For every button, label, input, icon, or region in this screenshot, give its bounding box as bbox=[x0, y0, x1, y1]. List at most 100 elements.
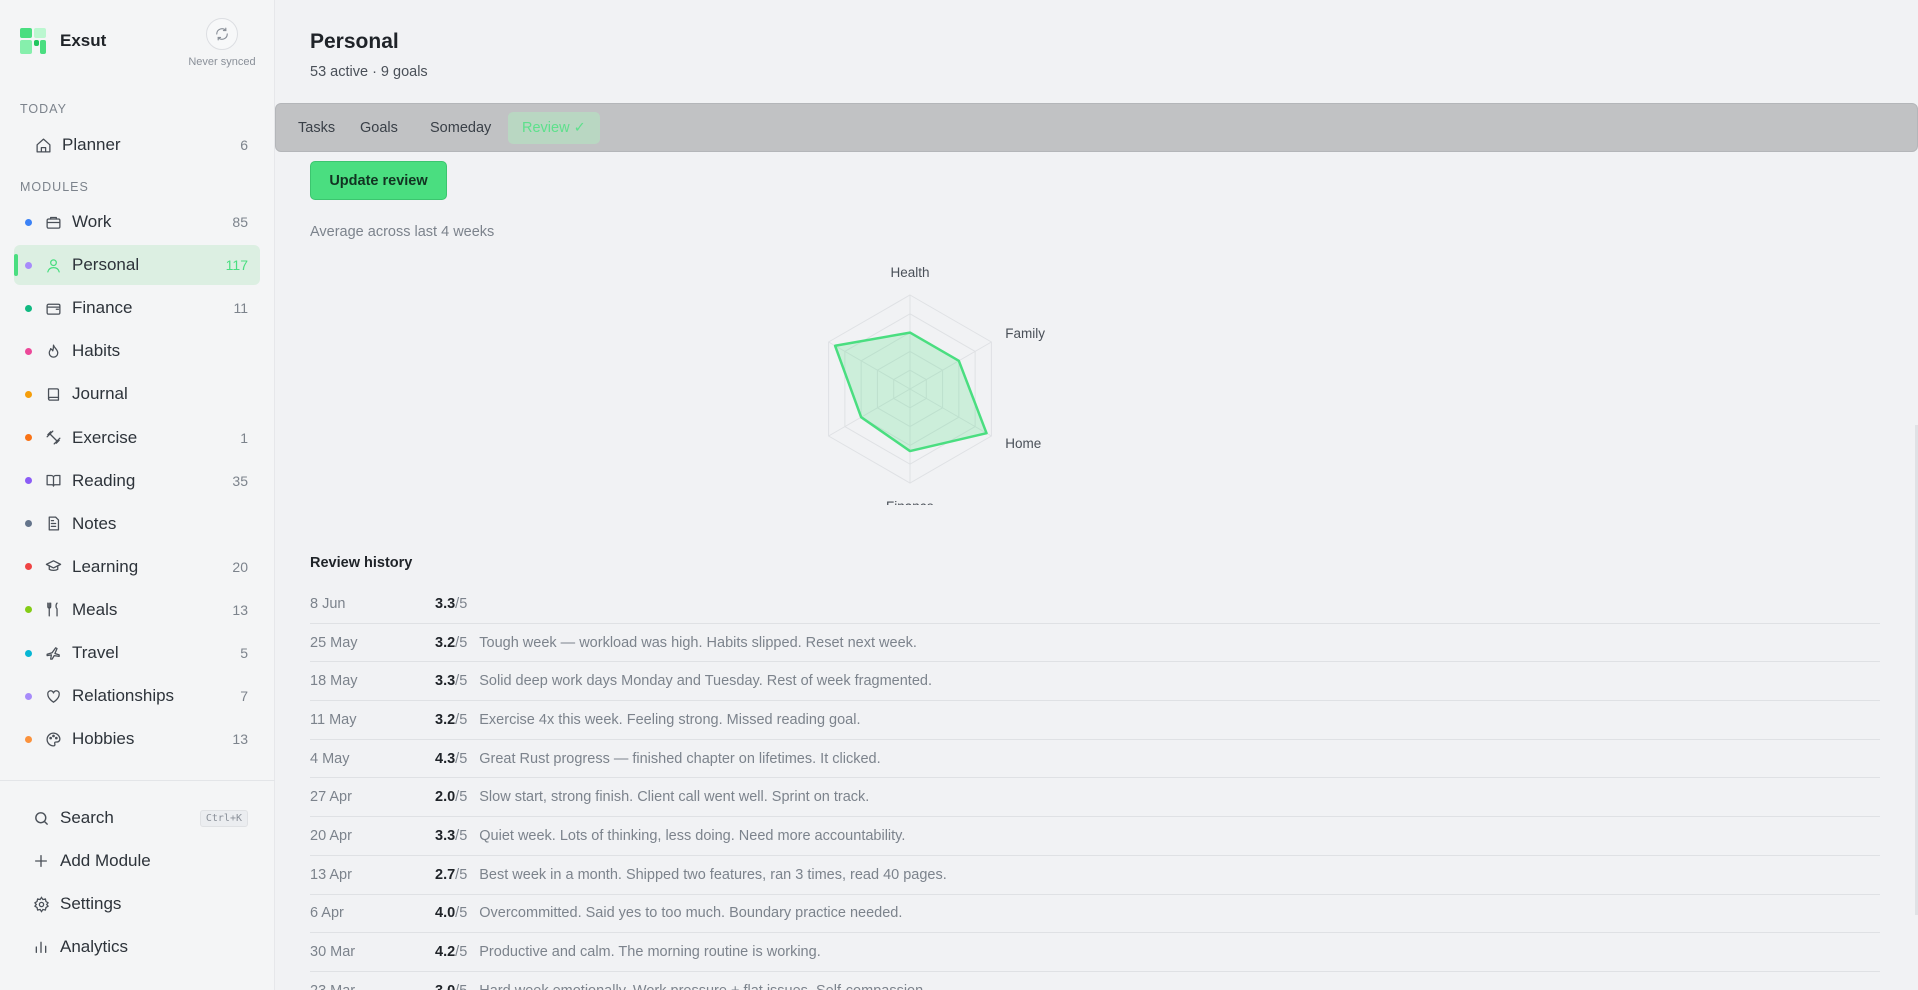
module-color-dot bbox=[25, 606, 32, 614]
sidebar-item-planner[interactable]: Planner 6 bbox=[14, 125, 260, 165]
document-icon bbox=[44, 515, 62, 533]
sidebar-item-label: Travel bbox=[72, 643, 119, 662]
search-label: Search bbox=[60, 808, 114, 827]
review-history-row[interactable]: 27 Apr 2.0/5 Slow start, strong finish. Cl… bbox=[310, 778, 1880, 818]
review-date: 27 Apr bbox=[310, 789, 352, 806]
review-score: 3.3 bbox=[435, 595, 456, 612]
tab-someday[interactable]: Someday bbox=[416, 112, 505, 144]
review-note: Slow start, strong finish. Client call w… bbox=[479, 789, 870, 806]
sidebar-item-relationships[interactable]: Relationships 7 bbox=[14, 676, 260, 716]
add-module-button[interactable]: Add Module bbox=[14, 841, 260, 881]
review-score: 4.2 bbox=[435, 944, 456, 961]
review-history-row[interactable]: 23 Mar3.0/5 Hard week emotionally. Work p… bbox=[310, 972, 1880, 990]
review-history-row[interactable]: 4 May 4.3/5 Great Rust progress — finished… bbox=[310, 740, 1880, 779]
review-note: Tough week — workload was high. Habits s… bbox=[479, 634, 917, 651]
sidebar-item-count: 7 bbox=[240, 688, 248, 705]
heart-icon bbox=[44, 687, 62, 705]
review-date: 30 Mar bbox=[310, 944, 356, 961]
sidebar-item-count: 1 bbox=[240, 429, 248, 446]
palette-icon bbox=[44, 730, 62, 748]
update-review-button[interactable]: Update review bbox=[310, 161, 447, 200]
review-score: 3.3 bbox=[435, 827, 456, 844]
sidebar-item-learning[interactable]: Learning 20 bbox=[14, 547, 260, 587]
sync-button[interactable] bbox=[206, 18, 238, 50]
sidebar-item-exercise[interactable]: Exercise 1 bbox=[14, 418, 260, 458]
review-history-row[interactable]: 8 Jun 3.3/5 bbox=[310, 585, 1880, 624]
tab-review[interactable]: Review ✓ bbox=[508, 112, 600, 144]
sidebar-item-label: Work bbox=[72, 212, 112, 231]
radar-chart: HealthFamilyHomeFinanceGrowthSocial bbox=[828, 265, 1045, 505]
review-note: Quiet week. Lots of thinking, less doing… bbox=[479, 827, 906, 844]
tab-goals[interactable]: Goals bbox=[346, 112, 412, 144]
sidebar-item-count: 13 bbox=[232, 601, 248, 618]
sidebar-item-count: 20 bbox=[232, 558, 248, 575]
sidebar-item-label: Relationships bbox=[72, 686, 175, 706]
radar-axis-label: Health bbox=[890, 265, 929, 280]
review-score-max: /5 bbox=[455, 905, 468, 922]
sidebar-item-notes[interactable]: Notes bbox=[14, 504, 260, 544]
analytics-button[interactable]: Analytics bbox=[14, 927, 260, 967]
sidebar-item-count: 6 bbox=[240, 137, 248, 153]
review-note: Exercise 4x this week. Feeling strong. M… bbox=[479, 711, 861, 728]
review-score: 4.3 bbox=[435, 750, 456, 767]
app-logo-icon bbox=[20, 28, 46, 54]
sidebar-item-label: Reading bbox=[72, 470, 136, 490]
sidebar-item-meals[interactable]: Meals 13 bbox=[14, 590, 260, 630]
review-score-max: /5 bbox=[455, 673, 468, 690]
review-score-max: /5 bbox=[455, 866, 468, 883]
review-history-row[interactable]: 18 May 3.3/5 Solid deep work days Monday a… bbox=[310, 662, 1880, 702]
dumbbell-icon bbox=[44, 429, 62, 447]
review-history-row[interactable]: 11 May 3.2/5 Exercise 4x this week. Feelin… bbox=[310, 701, 1880, 740]
sidebar-item-label: Journal bbox=[72, 384, 128, 404]
module-color-dot bbox=[25, 434, 32, 441]
module-color-dot bbox=[25, 520, 32, 528]
average-label: Average across last 4 weeks bbox=[310, 224, 495, 240]
settings-label: Settings bbox=[60, 894, 122, 913]
sidebar-item-personal[interactable]: Personal 117 bbox=[14, 245, 260, 286]
page-title: Personal bbox=[310, 30, 399, 53]
review-history-row[interactable]: 25 May 3.2/5 Tough week — workload was hig… bbox=[310, 624, 1880, 663]
sidebar-item-label: Finance bbox=[72, 298, 133, 318]
section-label-today: TODAY bbox=[20, 102, 67, 116]
review-note: Overcommitted. Said yes to too much. Bou… bbox=[479, 905, 903, 922]
sidebar-item-journal[interactable]: Journal bbox=[14, 374, 260, 414]
tab-tasks[interactable]: Tasks bbox=[284, 112, 349, 144]
settings-button[interactable]: Settings bbox=[14, 884, 260, 924]
module-color-dot bbox=[25, 477, 32, 485]
module-color-dot bbox=[25, 692, 32, 700]
review-score: 3.2 bbox=[435, 711, 456, 728]
sidebar-item-hobbies[interactable]: Hobbies 13 bbox=[14, 719, 260, 759]
sidebar-item-work[interactable]: Work 85 bbox=[14, 202, 260, 242]
review-history-title: Review history bbox=[310, 555, 413, 571]
review-history-row[interactable]: 13 Apr 2.7/5 Best week in a month. Shipped… bbox=[310, 856, 1880, 895]
sidebar-item-count: 35 bbox=[232, 472, 248, 489]
module-color-dot bbox=[25, 261, 32, 269]
module-color-dot bbox=[25, 563, 32, 571]
sidebar-search[interactable]: Search Ctrl+K bbox=[14, 798, 260, 838]
review-score-max: /5 bbox=[455, 711, 468, 728]
sidebar-item-reading[interactable]: Reading 35 bbox=[14, 461, 260, 501]
review-score: 2.0 bbox=[435, 789, 456, 806]
module-color-dot bbox=[25, 218, 32, 226]
module-color-dot bbox=[25, 390, 32, 398]
review-history-row[interactable]: 20 Apr 3.3/5 Quiet week. Lots of thinking,… bbox=[310, 817, 1880, 856]
sidebar-item-count: 13 bbox=[232, 731, 248, 748]
review-date: 23 Mar bbox=[310, 983, 435, 990]
review-history-row[interactable]: 6 Apr 4.0/5 Overcommitted. Said yes to too… bbox=[310, 895, 1880, 934]
sidebar-item-count: 11 bbox=[233, 300, 248, 317]
review-date: 6 Apr bbox=[310, 905, 344, 922]
refresh-icon bbox=[216, 27, 228, 41]
sync-status: Never synced bbox=[188, 56, 256, 68]
sidebar-item-label: Exercise bbox=[72, 427, 138, 447]
review-note: Hard week emotionally. Work pressure + f… bbox=[479, 983, 927, 990]
module-color-dot bbox=[25, 304, 32, 312]
review-history-row[interactable]: 30 Mar 4.2/5 Productive and calm. The morn… bbox=[310, 933, 1880, 972]
gear-icon bbox=[32, 895, 50, 913]
sidebar-item-habits[interactable]: Habits bbox=[14, 331, 260, 371]
brand[interactable]: Exsut bbox=[20, 28, 106, 54]
sidebar-item-travel[interactable]: Travel 5 bbox=[14, 633, 260, 673]
wallet-icon bbox=[44, 299, 62, 317]
section-label-modules: MODULES bbox=[20, 180, 89, 194]
sidebar-item-finance[interactable]: Finance 11 bbox=[14, 288, 260, 328]
review-date: 11 May bbox=[310, 711, 357, 728]
